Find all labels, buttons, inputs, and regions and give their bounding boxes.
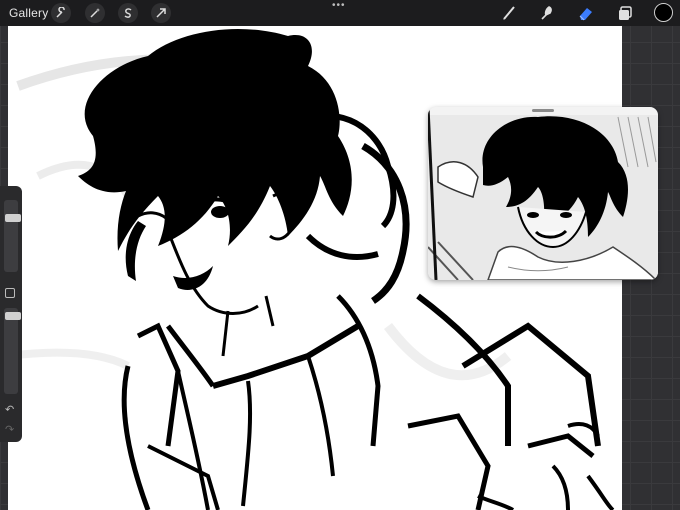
undo-icon[interactable]: ↶ bbox=[5, 404, 17, 416]
selection-s-icon[interactable] bbox=[118, 3, 138, 23]
eraser-icon[interactable] bbox=[576, 3, 596, 23]
more-options-handle[interactable]: ••• bbox=[332, 0, 346, 11]
left-sidebar: ↶ ↷ bbox=[0, 186, 22, 442]
brush-size-thumb[interactable] bbox=[5, 214, 21, 222]
modify-button[interactable] bbox=[5, 288, 15, 298]
transform-arrow-icon[interactable] bbox=[151, 3, 171, 23]
reference-drag-handle[interactable] bbox=[532, 109, 554, 112]
gallery-button[interactable]: Gallery bbox=[9, 6, 48, 20]
reference-image bbox=[428, 107, 658, 280]
brush-size-slider[interactable] bbox=[4, 200, 21, 272]
brush-icon[interactable] bbox=[499, 3, 519, 23]
magic-wand-icon[interactable] bbox=[85, 3, 105, 23]
wrench-icon[interactable] bbox=[51, 3, 71, 23]
top-toolbar: Gallery ••• bbox=[0, 0, 680, 26]
layers-icon[interactable] bbox=[615, 3, 635, 23]
reference-window[interactable] bbox=[428, 107, 658, 280]
opacity-thumb[interactable] bbox=[5, 312, 21, 320]
color-picker-button[interactable] bbox=[654, 3, 673, 22]
opacity-slider[interactable] bbox=[4, 308, 21, 394]
redo-icon[interactable]: ↷ bbox=[5, 424, 17, 436]
smudge-icon[interactable] bbox=[536, 3, 556, 23]
